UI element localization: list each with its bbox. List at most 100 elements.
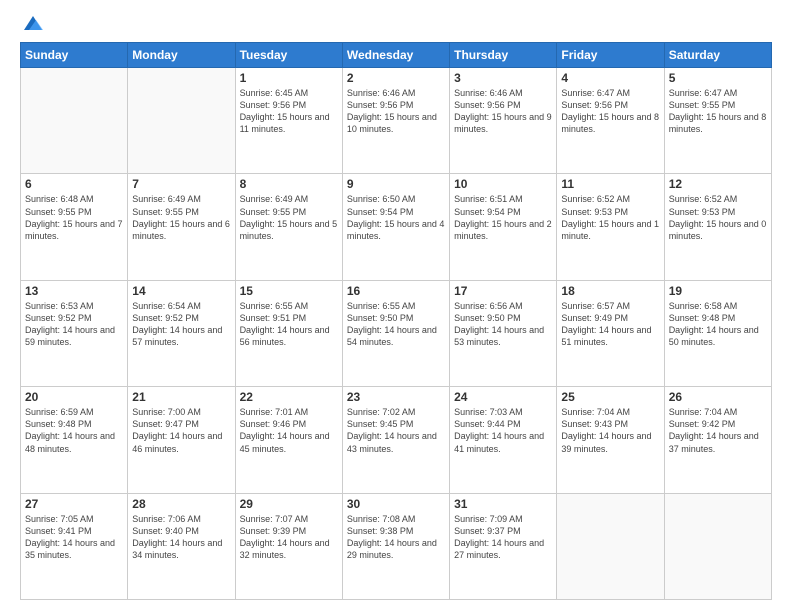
calendar-cell: 25 Sunrise: 7:04 AM Sunset: 9:43 PM Dayli… — [557, 387, 664, 493]
calendar-cell: 8Sunrise: 6:49 AM Sunset: 9:55 PM Daylig… — [235, 174, 342, 280]
calendar-week-row: 13 Sunrise: 6:53 AM Sunset: 9:52 PM Dayli… — [21, 280, 772, 386]
day-info: Sunrise: 7:08 AM Sunset: 9:38 PM Dayligh… — [347, 513, 445, 562]
day-number: 23 — [347, 390, 445, 404]
calendar-header-saturday: Saturday — [664, 43, 771, 68]
calendar-cell: 6 Sunrise: 6:48 AM Sunset: 9:55 PM Daylig… — [21, 174, 128, 280]
day-info: Sunrise: 7:09 AM Sunset: 9:37 PM Dayligh… — [454, 513, 552, 562]
logo — [20, 16, 44, 34]
day-number: 21 — [132, 390, 230, 404]
day-info: Sunrise: 6:46 AM Sunset: 9:56 PM Dayligh… — [454, 87, 552, 136]
day-number: 12 — [669, 177, 767, 191]
day-number: 16 — [347, 284, 445, 298]
day-info: Sunrise: 6:49 AM Sunset: 9:55 PM Dayligh… — [240, 193, 338, 242]
day-info: Sunrise: 6:50 AM Sunset: 9:54 PM Dayligh… — [347, 193, 445, 242]
day-number: 27 — [25, 497, 123, 511]
day-info: Sunrise: 6:55 AM Sunset: 9:51 PM Dayligh… — [240, 300, 338, 349]
day-info: Sunrise: 7:06 AM Sunset: 9:40 PM Dayligh… — [132, 513, 230, 562]
calendar-cell: 14 Sunrise: 6:54 AM Sunset: 9:52 PM Dayli… — [128, 280, 235, 386]
day-number: 14 — [132, 284, 230, 298]
day-number: 2 — [347, 71, 445, 85]
calendar-week-row: 27 Sunrise: 7:05 AM Sunset: 9:41 PM Dayli… — [21, 493, 772, 599]
day-info: Sunrise: 6:55 AM Sunset: 9:50 PM Dayligh… — [347, 300, 445, 349]
calendar-header-thursday: Thursday — [450, 43, 557, 68]
calendar-cell: 18Sunrise: 6:57 AM Sunset: 9:49 PM Dayli… — [557, 280, 664, 386]
day-info: Sunrise: 7:03 AM Sunset: 9:44 PM Dayligh… — [454, 406, 552, 455]
day-number: 31 — [454, 497, 552, 511]
calendar-cell: 3 Sunrise: 6:46 AM Sunset: 9:56 PM Daylig… — [450, 68, 557, 174]
day-number: 4 — [561, 71, 659, 85]
calendar-header-row: SundayMondayTuesdayWednesdayThursdayFrid… — [21, 43, 772, 68]
calendar-cell: 22 Sunrise: 7:01 AM Sunset: 9:46 PM Dayli… — [235, 387, 342, 493]
day-number: 25 — [561, 390, 659, 404]
day-info: Sunrise: 7:01 AM Sunset: 9:46 PM Dayligh… — [240, 406, 338, 455]
day-info: Sunrise: 6:56 AM Sunset: 9:50 PM Dayligh… — [454, 300, 552, 349]
day-number: 6 — [25, 177, 123, 191]
calendar-cell: 10 Sunrise: 6:51 AM Sunset: 9:54 PM Dayli… — [450, 174, 557, 280]
day-info: Sunrise: 6:49 AM Sunset: 9:55 PM Dayligh… — [132, 193, 230, 242]
day-info: Sunrise: 6:45 AM Sunset: 9:56 PM Dayligh… — [240, 87, 338, 136]
day-number: 19 — [669, 284, 767, 298]
calendar-cell: 28 Sunrise: 7:06 AM Sunset: 9:40 PM Dayli… — [128, 493, 235, 599]
calendar-week-row: 1 Sunrise: 6:45 AM Sunset: 9:56 PM Daylig… — [21, 68, 772, 174]
day-info: Sunrise: 7:04 AM Sunset: 9:42 PM Dayligh… — [669, 406, 767, 455]
calendar-cell: 15Sunrise: 6:55 AM Sunset: 9:51 PM Dayli… — [235, 280, 342, 386]
calendar-cell — [664, 493, 771, 599]
day-number: 20 — [25, 390, 123, 404]
calendar-table: SundayMondayTuesdayWednesdayThursdayFrid… — [20, 42, 772, 600]
calendar-cell: 12Sunrise: 6:52 AM Sunset: 9:53 PM Dayli… — [664, 174, 771, 280]
day-number: 13 — [25, 284, 123, 298]
calendar-cell: 24 Sunrise: 7:03 AM Sunset: 9:44 PM Dayli… — [450, 387, 557, 493]
calendar-cell: 4 Sunrise: 6:47 AM Sunset: 9:56 PM Daylig… — [557, 68, 664, 174]
calendar-cell: 13 Sunrise: 6:53 AM Sunset: 9:52 PM Dayli… — [21, 280, 128, 386]
day-number: 29 — [240, 497, 338, 511]
calendar-cell: 30 Sunrise: 7:08 AM Sunset: 9:38 PM Dayli… — [342, 493, 449, 599]
calendar-cell — [21, 68, 128, 174]
calendar-cell: 11 Sunrise: 6:52 AM Sunset: 9:53 PM Dayli… — [557, 174, 664, 280]
day-number: 26 — [669, 390, 767, 404]
day-info: Sunrise: 6:46 AM Sunset: 9:56 PM Dayligh… — [347, 87, 445, 136]
day-number: 17 — [454, 284, 552, 298]
calendar-cell: 9 Sunrise: 6:50 AM Sunset: 9:54 PM Daylig… — [342, 174, 449, 280]
day-number: 1 — [240, 71, 338, 85]
calendar-header-friday: Friday — [557, 43, 664, 68]
day-info: Sunrise: 6:47 AM Sunset: 9:56 PM Dayligh… — [561, 87, 659, 136]
calendar-cell: 7Sunrise: 6:49 AM Sunset: 9:55 PM Daylig… — [128, 174, 235, 280]
calendar-cell: 1 Sunrise: 6:45 AM Sunset: 9:56 PM Daylig… — [235, 68, 342, 174]
day-info: Sunrise: 6:58 AM Sunset: 9:48 PM Dayligh… — [669, 300, 767, 349]
day-info: Sunrise: 6:54 AM Sunset: 9:52 PM Dayligh… — [132, 300, 230, 349]
calendar-header-sunday: Sunday — [21, 43, 128, 68]
day-number: 3 — [454, 71, 552, 85]
day-info: Sunrise: 6:51 AM Sunset: 9:54 PM Dayligh… — [454, 193, 552, 242]
logo-icon — [22, 12, 44, 34]
day-info: Sunrise: 7:04 AM Sunset: 9:43 PM Dayligh… — [561, 406, 659, 455]
day-info: Sunrise: 7:05 AM Sunset: 9:41 PM Dayligh… — [25, 513, 123, 562]
day-number: 10 — [454, 177, 552, 191]
calendar-cell: 19 Sunrise: 6:58 AM Sunset: 9:48 PM Dayli… — [664, 280, 771, 386]
calendar-header-monday: Monday — [128, 43, 235, 68]
calendar-cell: 31 Sunrise: 7:09 AM Sunset: 9:37 PM Dayli… — [450, 493, 557, 599]
day-info: Sunrise: 7:00 AM Sunset: 9:47 PM Dayligh… — [132, 406, 230, 455]
day-info: Sunrise: 6:52 AM Sunset: 9:53 PM Dayligh… — [561, 193, 659, 242]
logo-text — [20, 16, 44, 34]
day-info: Sunrise: 6:53 AM Sunset: 9:52 PM Dayligh… — [25, 300, 123, 349]
day-number: 5 — [669, 71, 767, 85]
day-info: Sunrise: 6:47 AM Sunset: 9:55 PM Dayligh… — [669, 87, 767, 136]
header — [20, 16, 772, 34]
day-number: 30 — [347, 497, 445, 511]
day-number: 9 — [347, 177, 445, 191]
calendar-cell: 5 Sunrise: 6:47 AM Sunset: 9:55 PM Daylig… — [664, 68, 771, 174]
calendar-cell: 16 Sunrise: 6:55 AM Sunset: 9:50 PM Dayli… — [342, 280, 449, 386]
calendar-cell — [128, 68, 235, 174]
day-info: Sunrise: 6:48 AM Sunset: 9:55 PM Dayligh… — [25, 193, 123, 242]
day-number: 28 — [132, 497, 230, 511]
calendar-cell: 2 Sunrise: 6:46 AM Sunset: 9:56 PM Daylig… — [342, 68, 449, 174]
calendar-week-row: 6 Sunrise: 6:48 AM Sunset: 9:55 PM Daylig… — [21, 174, 772, 280]
day-number: 18 — [561, 284, 659, 298]
day-number: 11 — [561, 177, 659, 191]
day-number: 22 — [240, 390, 338, 404]
calendar-cell: 17 Sunrise: 6:56 AM Sunset: 9:50 PM Dayli… — [450, 280, 557, 386]
calendar-cell: 26 Sunrise: 7:04 AM Sunset: 9:42 PM Dayli… — [664, 387, 771, 493]
calendar-header-tuesday: Tuesday — [235, 43, 342, 68]
day-number: 24 — [454, 390, 552, 404]
page: SundayMondayTuesdayWednesdayThursdayFrid… — [0, 0, 792, 612]
